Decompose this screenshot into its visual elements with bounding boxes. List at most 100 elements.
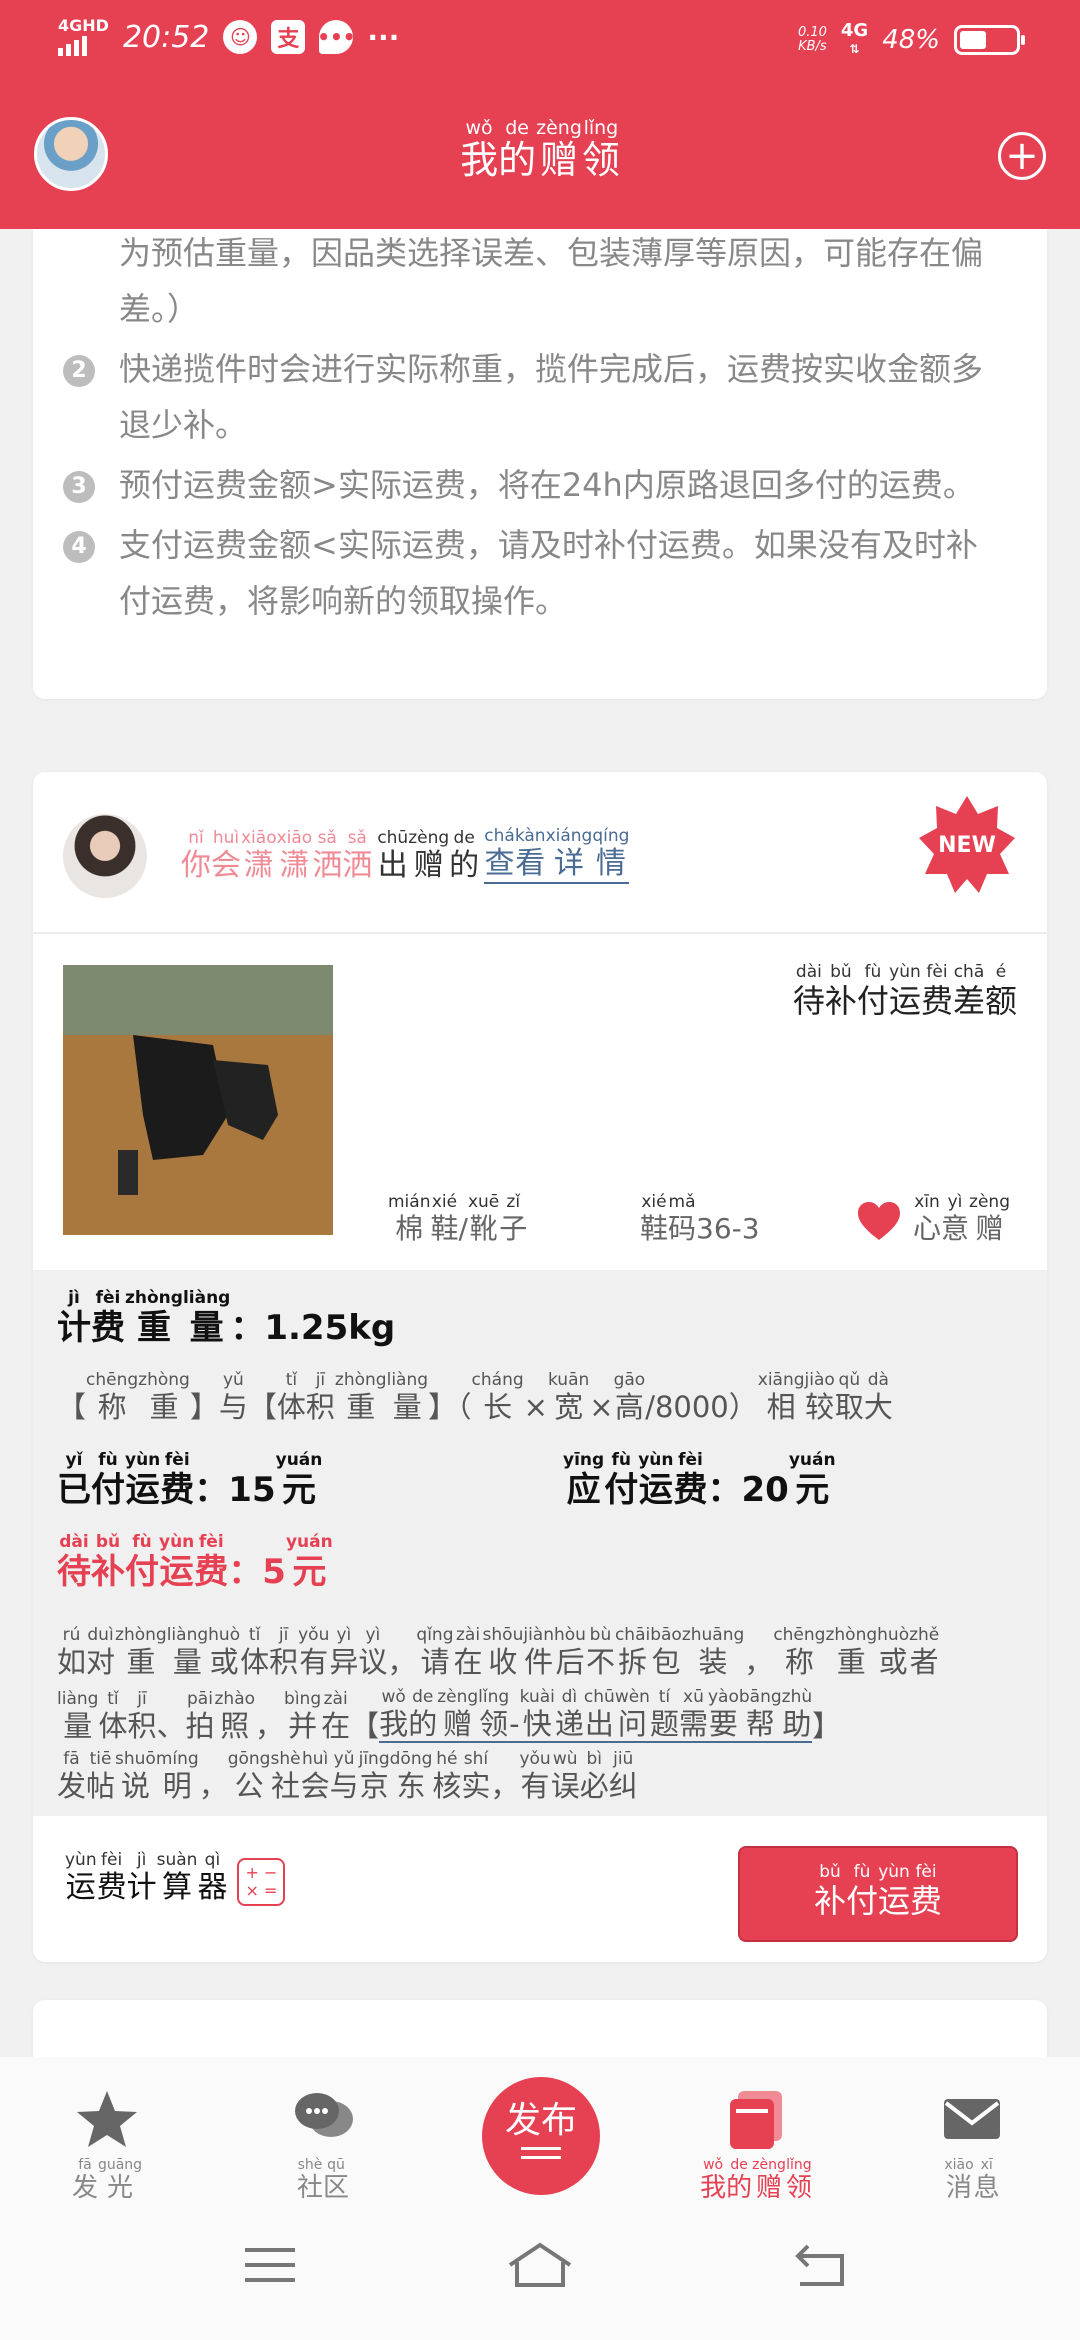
signal-bars-icon (58, 36, 109, 56)
ruby-char: zhào 照 (214, 1689, 256, 1743)
ruby-char: zài 在 (453, 1625, 483, 1679)
item-category: mián 棉 xié 鞋 / xuē 靴 zǐ 子 (388, 1192, 527, 1246)
ruby-char: ， (490, 1769, 520, 1803)
rule-text: 预付运费金额>实际运费，将在24h内原路退回多付的运费。 (119, 466, 975, 504)
donation-item-card: nǐ 你 huì 会 xiāo 潇 xiāo 潇 sǎ 洒 sǎ 洒 chū 出 zèng 赠 de 的 chá… (33, 772, 1047, 1962)
nav-item-community[interactable]: shè 社 qū 区 (243, 2087, 403, 2203)
system-back-icon[interactable] (790, 2240, 850, 2290)
ruby-char: suàn 算 (156, 1850, 198, 1905)
ruby-char: zhòng 重 (115, 1625, 167, 1679)
nav-item-shine[interactable]: fā 发 guāng 光 (27, 2087, 187, 2203)
ruby-char: yùn 运 (125, 1450, 161, 1510)
ruby-char: yào 要 (707, 1687, 739, 1743)
system-home-icon[interactable] (505, 2240, 575, 2290)
ruby-char: xiáng 详 (545, 826, 593, 884)
ruby-char: bìng 并 (284, 1689, 322, 1743)
ruby-char: rú 如 (57, 1625, 87, 1679)
ruby-char: fā 发 (57, 1749, 87, 1803)
weight-compare-note: 【chēng 称 zhòng 重 】 yǔ 与 【tǐ 体 jī 积 zhòng 重 liàng 量 】… (57, 1370, 893, 1424)
ruby-char: 】（ (428, 1390, 472, 1424)
ruby-char: fā 发 (71, 2157, 98, 2203)
ruby-char: wǒ 我 (379, 1687, 409, 1743)
ruby-char: hé 核 (432, 1749, 462, 1803)
ruby-char: chēng 称 (773, 1625, 826, 1679)
ruby-char: chū 出 (583, 1687, 615, 1743)
ruby-char: lǐng 领 (785, 2157, 812, 2203)
ruby-char: duì 对 (86, 1625, 116, 1679)
ruby-char: fèi 费 (91, 1288, 125, 1348)
donor-avatar[interactable] (63, 814, 147, 898)
ruby-char: dài 待 (57, 1532, 91, 1592)
ruby-char: huò 或 (877, 1625, 910, 1679)
ruby-char: de 的 (498, 117, 537, 182)
chat-bubbles-icon (295, 2093, 353, 2137)
ruby-char: yì 异 (329, 1625, 359, 1679)
ruby-char: 【 (57, 1390, 87, 1424)
ruby-char: yì 议 (358, 1625, 388, 1679)
freight-calculator-link[interactable]: yùn 运 fèi 费 jì 计 suàn 算 qì 器 + − × = (65, 1850, 286, 1906)
ruby-char: tiē 帖 (86, 1749, 116, 1803)
ruby-char: zhòng 重 (334, 1370, 387, 1424)
page-title: wǒ 我 de 的 zèng 赠 lǐng 领 (0, 118, 1080, 182)
view-details-link[interactable]: chá 查 kàn 看 xiáng 详 qíng 情 (484, 826, 630, 884)
ruby-char: ， (198, 1769, 228, 1803)
battery-icon (954, 25, 1025, 55)
status-time: 20:52 (122, 19, 210, 55)
ruby-char: wǒ 我 (700, 2157, 727, 2203)
ruby-char: qíng 情 (592, 826, 630, 884)
freight-rules-card: 为预估重量，因品类选择误差、包装薄厚等原因，可能存在偏 差。） 2 快递揽件时会进行实… (33, 229, 1047, 699)
ruby-char: zhuāng 装 (681, 1625, 745, 1679)
ruby-char: de 的 (726, 2157, 753, 2203)
ruby-char: xuē 靴 (467, 1192, 500, 1245)
ruby-char: yǒu 有 (298, 1625, 330, 1679)
donor-name[interactable]: nǐ 你 huì 会 xiāo 潇 xiāo 潇 sǎ 洒 sǎ 洒 (181, 828, 372, 884)
ruby-char: fèi 费 (673, 1450, 708, 1510)
system-menu-icon[interactable] (240, 2240, 300, 2290)
ruby-char: fèi 费 (160, 1450, 195, 1510)
ruby-char: dà 大 (863, 1370, 893, 1424)
ruby-char: tí 题 (649, 1687, 679, 1743)
ruby-char: bǔ 补 (824, 962, 857, 1020)
ruby-char: zǐ 子 (499, 1192, 528, 1245)
ruby-char: yuán 元 (788, 1450, 836, 1510)
shipping-help-link[interactable]: wǒ 我 de 的 zèng 赠 lǐng 领 - kuài 快 dì 递 chū 出 wèn 问 tí 题 xū 需… (379, 1687, 813, 1743)
ruby-char: kuài 快 (519, 1687, 555, 1743)
ruby-char: yǔ 与 (329, 1749, 359, 1803)
ruby-char: 】 (812, 1709, 842, 1743)
ruby-char: bù 不 (585, 1625, 615, 1679)
nav-item-my-donations[interactable]: wǒ 我 de 的 zèng 赠 lǐng 领 (676, 2087, 836, 2203)
ruby-char: huì 会 (211, 828, 241, 883)
dispute-note-line-3: fā 发 tiē 帖 shuō 说 míng 明 ， gōng 公 shè 社 huì 会 yǔ 与 jīng 京… (57, 1749, 638, 1803)
ruby-char: wǒ 我 (460, 117, 499, 182)
ruby-char: zèng 赠 (752, 2157, 786, 2203)
star-icon (77, 2091, 137, 2147)
pay-freight-button[interactable]: bǔ 补 fù 付 yùn 运 fèi 费 (738, 1846, 1018, 1942)
ruby-char: xiāo 潇 (241, 828, 277, 883)
ruby-char: shōu 收 (482, 1625, 524, 1679)
alipay-icon: 支 (271, 20, 306, 54)
ruby-char: de 的 (449, 828, 480, 883)
ruby-char: /8000） (645, 1390, 758, 1424)
ruby-char: liàng 量 (166, 1625, 209, 1679)
plus-circle-icon[interactable]: + (998, 132, 1046, 180)
nav-item-messages[interactable]: xiāo 消 xī 息 (892, 2087, 1052, 2203)
ruby-char: kàn 看 (514, 826, 546, 884)
item-photo[interactable] (63, 965, 333, 1235)
ruby-char: jì 计 (126, 1850, 157, 1905)
ruby-char: 36-3 (696, 1212, 760, 1245)
ruby-char: bāo 包 (650, 1625, 682, 1679)
rule-text: 付运费，将影响新的领取操作。 (119, 582, 568, 620)
billing-weight-line: jì 计 fèi 费 zhòng 重 liàng 量 ：1.25kg (57, 1288, 396, 1348)
ruby-char: xié 鞋 (640, 1192, 669, 1245)
more-notifications-icon: ··· (367, 20, 400, 54)
ruby-char: yuán 元 (275, 1450, 323, 1510)
ruby-char: nǐ 你 (181, 828, 211, 883)
paid-freight-line: yǐ 已 fù 付 yùn 运 fèi 费 ：15 yuán 元 (57, 1450, 323, 1510)
calculator-icon[interactable]: + − × = (237, 1858, 286, 1906)
publish-button[interactable]: 发布 (482, 2077, 600, 2195)
ruby-char: yǐ 已 (57, 1450, 91, 1510)
due-freight-line: yīng 应 fù 付 yùn 运 fèi 费 ：20 yuán 元 (563, 1450, 836, 1510)
ruby-char: liàng 量 (57, 1689, 99, 1743)
ruby-char: qǐng 请 (416, 1625, 454, 1679)
ruby-char: xū 需 (678, 1687, 708, 1743)
